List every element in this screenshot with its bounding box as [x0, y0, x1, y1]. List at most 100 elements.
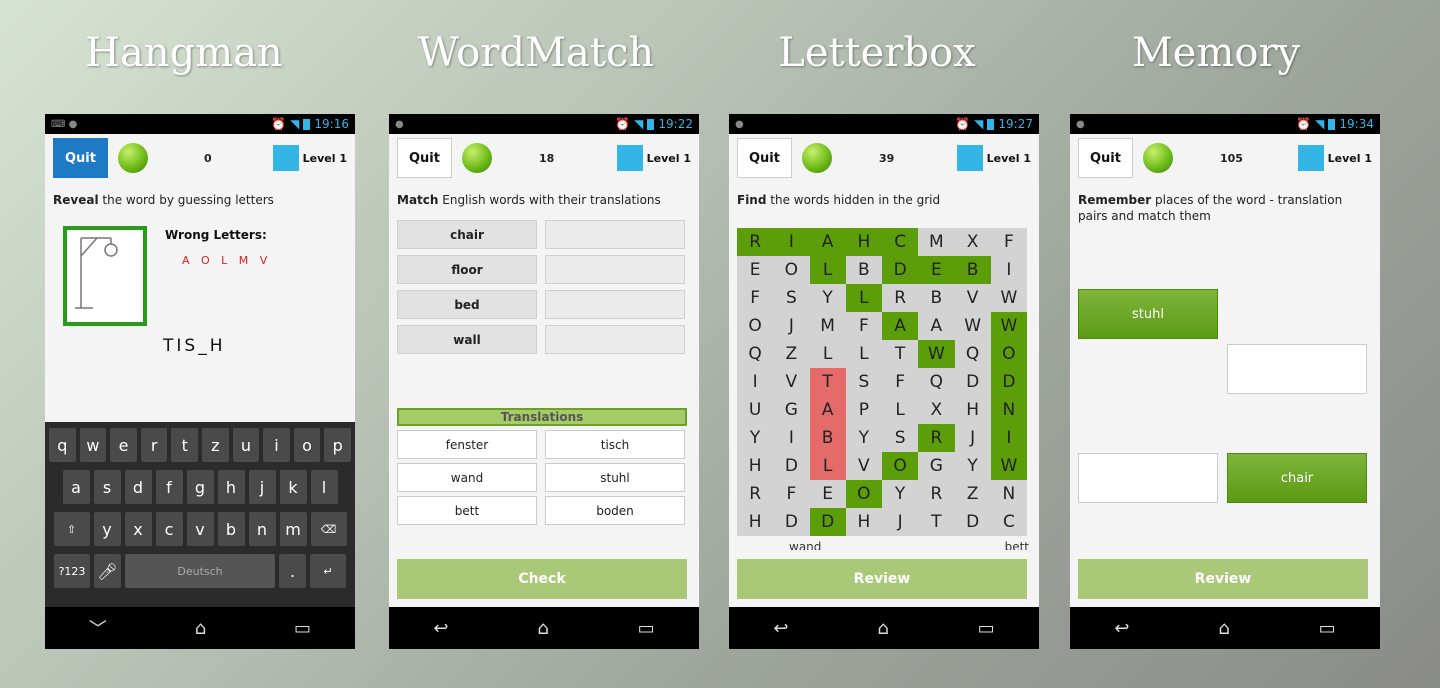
grid-cell[interactable]: F: [846, 312, 882, 340]
recents-icon[interactable]: ▭: [294, 618, 311, 639]
review-button[interactable]: Review: [737, 559, 1027, 599]
grid-cell[interactable]: C: [991, 508, 1027, 536]
grid-cell[interactable]: R: [737, 480, 773, 508]
grid-cell[interactable]: M: [810, 312, 846, 340]
drop-slot[interactable]: [545, 325, 685, 354]
translation-word[interactable]: bett: [397, 496, 537, 525]
key-j[interactable]: j: [248, 470, 276, 504]
key-r[interactable]: r: [140, 428, 168, 462]
grid-cell[interactable]: F: [773, 480, 809, 508]
grid-cell[interactable]: N: [991, 480, 1027, 508]
grid-cell[interactable]: S: [846, 368, 882, 396]
grid-cell[interactable]: W: [990, 452, 1027, 480]
space-key[interactable]: Deutsch: [125, 554, 275, 588]
memory-card-hidden[interactable]: [1078, 453, 1218, 503]
grid-cell[interactable]: H: [845, 228, 882, 256]
key-q[interactable]: q: [49, 428, 76, 462]
grid-cell[interactable]: V: [773, 368, 809, 396]
key-i[interactable]: i: [263, 428, 290, 462]
key-k[interactable]: k: [279, 470, 307, 504]
review-button[interactable]: Review: [1078, 559, 1368, 599]
drop-slot[interactable]: [545, 220, 685, 249]
back-down-icon[interactable]: ﹀: [89, 615, 107, 641]
grid-cell[interactable]: A: [882, 312, 919, 340]
grid-cell[interactable]: T: [809, 368, 846, 396]
grid-cell[interactable]: Q: [918, 368, 954, 396]
grid-cell[interactable]: C: [882, 228, 919, 256]
grid-cell[interactable]: N: [990, 396, 1027, 424]
grid-cell[interactable]: I: [773, 228, 810, 256]
backspace-key-icon[interactable]: ⌫: [310, 512, 347, 546]
grid-cell[interactable]: W: [955, 312, 991, 340]
grid-cell[interactable]: R: [737, 228, 774, 256]
english-word[interactable]: floor: [397, 255, 537, 284]
translation-word[interactable]: wand: [397, 463, 537, 492]
check-button[interactable]: Check: [397, 559, 687, 599]
grid-cell[interactable]: O: [990, 340, 1027, 368]
key-u[interactable]: u: [232, 428, 260, 462]
grid-cell[interactable]: J: [882, 508, 918, 536]
grid-cell[interactable]: L: [845, 284, 882, 312]
english-word[interactable]: chair: [397, 220, 537, 249]
quit-button[interactable]: Quit: [397, 138, 452, 178]
grid-cell[interactable]: B: [954, 256, 991, 284]
grid-cell[interactable]: S: [882, 424, 918, 452]
back-icon[interactable]: ↩: [773, 618, 788, 639]
grid-cell[interactable]: D: [955, 368, 991, 396]
grid-cell[interactable]: B: [918, 284, 954, 312]
grid-cell[interactable]: I: [773, 424, 809, 452]
grid-cell[interactable]: L: [810, 340, 846, 368]
grid-cell[interactable]: P: [846, 396, 882, 424]
grid-cell[interactable]: Q: [955, 340, 991, 368]
grid-cell[interactable]: Z: [773, 340, 809, 368]
key-c[interactable]: c: [155, 512, 183, 546]
grid-cell[interactable]: Y: [846, 424, 882, 452]
grid-cell[interactable]: I: [991, 256, 1027, 284]
home-icon[interactable]: ⌂: [1218, 618, 1229, 639]
english-word[interactable]: wall: [397, 325, 537, 354]
grid-cell[interactable]: H: [737, 508, 773, 536]
home-icon[interactable]: ⌂: [195, 618, 206, 639]
grid-cell[interactable]: Z: [955, 480, 991, 508]
period-key[interactable]: .: [279, 554, 306, 588]
grid-cell[interactable]: D: [773, 452, 809, 480]
key-s[interactable]: s: [93, 470, 121, 504]
grid-cell[interactable]: T: [918, 508, 954, 536]
recents-icon[interactable]: ▭: [1319, 618, 1336, 639]
grid-cell[interactable]: V: [846, 452, 882, 480]
grid-cell[interactable]: A: [809, 228, 846, 256]
key-x[interactable]: x: [124, 512, 152, 546]
grid-cell[interactable]: G: [918, 452, 954, 480]
grid-cell[interactable]: Y: [955, 452, 991, 480]
grid-cell[interactable]: D: [882, 256, 919, 284]
recents-icon[interactable]: ▭: [638, 618, 655, 639]
grid-cell[interactable]: O: [845, 480, 882, 508]
grid-cell[interactable]: W: [990, 312, 1027, 340]
key-z[interactable]: z: [202, 428, 229, 462]
key-o[interactable]: o: [293, 428, 321, 462]
memory-card[interactable]: chair: [1227, 453, 1367, 503]
grid-cell[interactable]: A: [918, 312, 954, 340]
letter-grid[interactable]: RIAHCMXFEOLBDEBIFSYLRBVWOJMFAAWWQZLLTWQO…: [737, 228, 1027, 536]
key-g[interactable]: g: [186, 470, 214, 504]
grid-cell[interactable]: J: [955, 424, 991, 452]
key-f[interactable]: f: [155, 470, 183, 504]
english-word[interactable]: bed: [397, 290, 537, 319]
translation-word[interactable]: boden: [545, 496, 685, 525]
translation-word[interactable]: tisch: [545, 430, 685, 459]
grid-cell[interactable]: L: [809, 452, 846, 480]
quit-button[interactable]: Quit: [53, 138, 108, 178]
grid-cell[interactable]: O: [882, 452, 919, 480]
key-p[interactable]: p: [324, 428, 351, 462]
home-icon[interactable]: ⌂: [537, 618, 548, 639]
grid-cell[interactable]: Y: [810, 284, 846, 312]
grid-cell[interactable]: D: [773, 508, 809, 536]
grid-cell[interactable]: B: [846, 256, 882, 284]
home-icon[interactable]: ⌂: [877, 618, 888, 639]
drop-slot[interactable]: [545, 290, 685, 319]
grid-cell[interactable]: L: [882, 396, 918, 424]
grid-cell[interactable]: X: [955, 228, 991, 256]
grid-cell[interactable]: O: [737, 312, 773, 340]
grid-cell[interactable]: L: [809, 256, 846, 284]
grid-cell[interactable]: W: [991, 284, 1027, 312]
